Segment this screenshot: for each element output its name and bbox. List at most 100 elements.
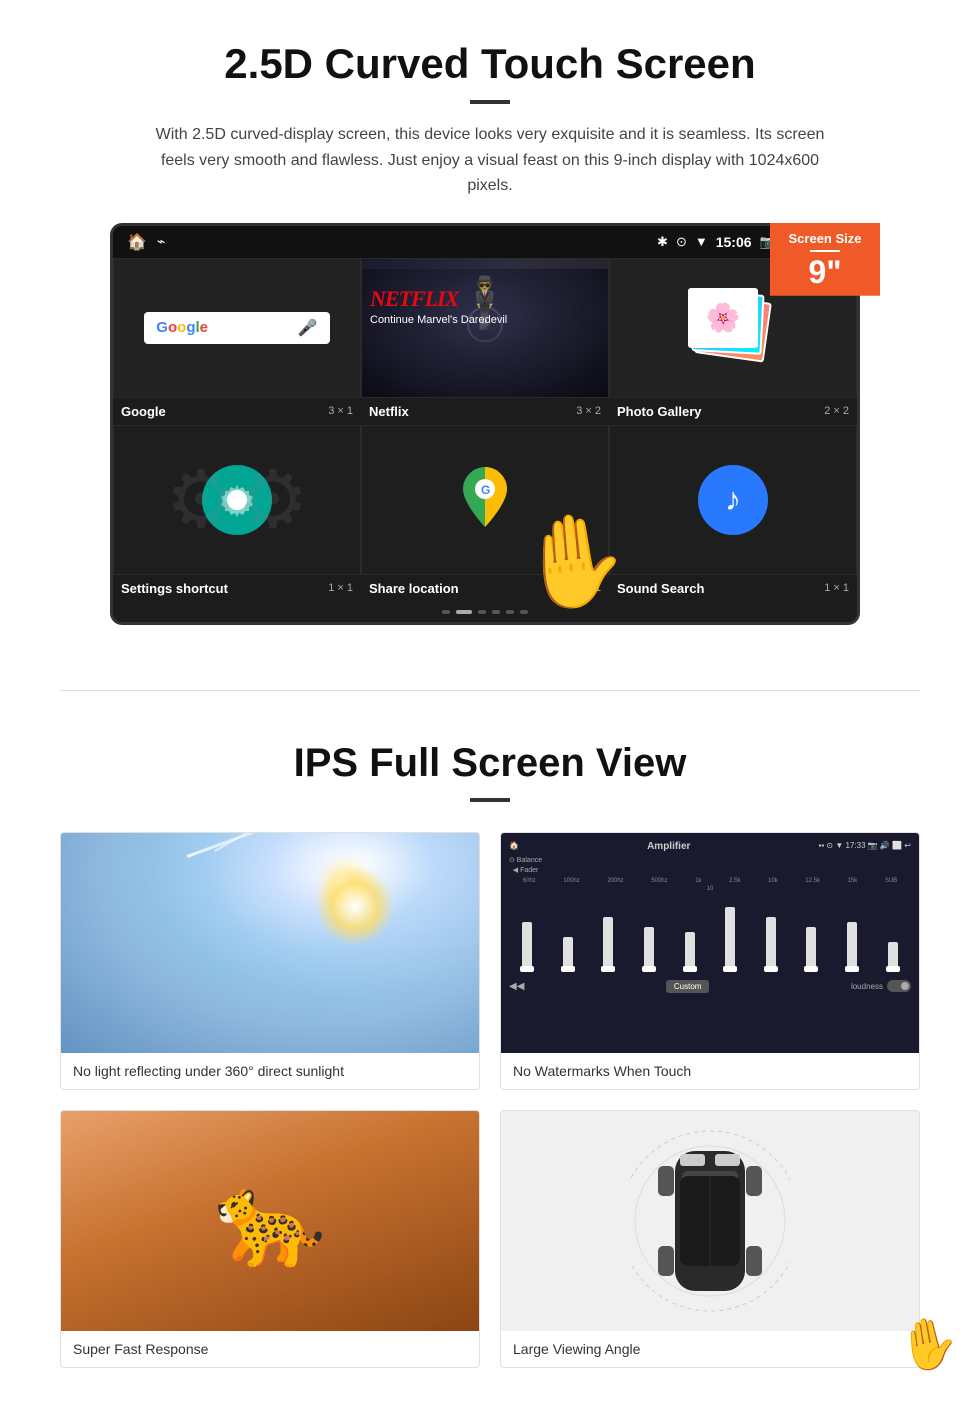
wifi-icon: ▼ [695, 234, 708, 249]
car-image [501, 1111, 919, 1331]
settings-app-cell[interactable]: ⚙⚙ [113, 425, 361, 575]
google-grid-size: 3 × 1 [328, 405, 353, 417]
cheetah-image: 🐆 [61, 1111, 479, 1331]
amp-home-icon: 🏠 [509, 841, 519, 852]
device-wrapper: Screen Size 9" 🏠 ⌁ ✱ ⊙ ▼ 15:06 📷 🔊 ✕ [110, 223, 870, 625]
home-icon[interactable]: 🏠 [127, 232, 147, 252]
pagination-dots [113, 602, 857, 622]
dot-4 [492, 610, 500, 614]
amp-bottom-controls: ◀◀ Custom loudness [509, 980, 911, 993]
usb-icon: ⌁ [157, 233, 165, 250]
sound-search-cell[interactable]: ♪ [609, 425, 857, 575]
photo-gallery-label: Photo Gallery 2 × 2 [609, 404, 857, 419]
section-ips: IPS Full Screen View No light reflecting… [0, 731, 980, 1408]
car-visual [501, 1111, 919, 1331]
eq-bar-8 [847, 922, 857, 972]
location-icon: ⊙ [676, 234, 687, 250]
photo-card-front: 🌸 [688, 288, 758, 348]
google-label: Google 3 × 1 [113, 404, 361, 419]
sound-icon: ♪ [698, 465, 768, 535]
eq-freq-labels: 60hz100hz200hz500hz1k2.5k10k12.5k15kSUB [509, 878, 911, 884]
dot-3 [478, 610, 486, 614]
settings-app-name: Settings shortcut [121, 581, 228, 596]
amp-title: Amplifier [647, 841, 690, 852]
app-labels-bottom: Settings shortcut 1 × 1 Share location 1… [113, 575, 857, 602]
amplifier-image: 🏠 Amplifier ▪▪ ⊙ ▼ 17:33 📷 🔊 ⬜ ↩ ⊙ Balan… [501, 833, 919, 1053]
netflix-app-name: Netflix [369, 404, 409, 419]
eq-bar-0 [522, 922, 532, 972]
eq-bar-1 [563, 937, 573, 972]
amp-nav-arrows: ◀◀ [509, 981, 524, 992]
maps-icon: G [455, 462, 515, 537]
car-top-view-svg [630, 1121, 790, 1321]
photo-gallery-grid-size: 2 × 2 [824, 405, 849, 417]
netflix-content: NETFLIX Continue Marvel's Daredevil [362, 318, 608, 338]
music-note-icon: ♪ [725, 481, 741, 518]
eq-bar-3 [644, 927, 654, 972]
netflix-label: Netflix 3 × 2 [361, 404, 609, 419]
amp-status-icons: ▪▪ ⊙ ▼ 17:33 📷 🔊 ⬜ ↩ [819, 841, 911, 852]
amp-controls: ⊙ Balance ◀ Fader [509, 856, 911, 874]
title-underline [470, 100, 510, 104]
feature-grid: No light reflecting under 360° direct su… [60, 832, 920, 1368]
eq-bar-9 [888, 942, 898, 972]
eq-bar-4 [685, 932, 695, 972]
dot-5 [506, 610, 514, 614]
section1-description: With 2.5D curved-display screen, this de… [140, 122, 840, 199]
google-app-cell[interactable]: Google 🎤 [113, 258, 361, 398]
sound-search-grid-size: 1 × 1 [824, 582, 849, 594]
status-bar-left: 🏠 ⌁ [127, 232, 165, 252]
loudness-toggle: loudness [851, 980, 911, 992]
app-grid-bottom: ⚙⚙ G 🤚 [113, 425, 857, 575]
watermark-label: No Watermarks When Touch [501, 1053, 919, 1089]
cheetah-emoji: 🐆 [214, 1168, 326, 1273]
eq-bars [509, 892, 911, 972]
android-frame: 🏠 ⌁ ✱ ⊙ ▼ 15:06 📷 🔊 ✕ ⬜ [110, 223, 860, 625]
hand-pointer: 🤚 [512, 504, 633, 618]
google-mic-icon[interactable]: 🎤 [298, 318, 318, 338]
settings-label: Settings shortcut 1 × 1 [113, 581, 361, 596]
app-labels-top: Google 3 × 1 Netflix 3 × 2 Photo Gallery… [113, 398, 857, 425]
viewing-angle-label: Large Viewing Angle [501, 1331, 919, 1367]
settings-grid-size: 1 × 1 [328, 582, 353, 594]
dot-1 [442, 610, 450, 614]
gmaps-svg: G [455, 462, 515, 532]
netflix-grid-size: 3 × 2 [576, 405, 601, 417]
dot-2-active [456, 610, 472, 614]
eq-bar-2 [603, 917, 613, 972]
feature-watermark: 🏠 Amplifier ▪▪ ⊙ ▼ 17:33 📷 🔊 ⬜ ↩ ⊙ Balan… [500, 832, 920, 1090]
eq-bar-5 [725, 907, 735, 972]
section-divider [60, 690, 920, 691]
toggle-pill[interactable] [887, 980, 911, 992]
badge-divider [810, 250, 840, 252]
sound-search-label: Sound Search 1 × 1 [609, 581, 857, 596]
feature-viewing-angle: Large Viewing Angle [500, 1110, 920, 1368]
loudness-label: loudness [851, 982, 883, 991]
share-location-cell[interactable]: G 🤚 [361, 425, 609, 575]
sunlight-label: No light reflecting under 360° direct su… [61, 1053, 479, 1089]
screen-size-badge: Screen Size 9" [770, 223, 880, 296]
netflix-subtitle: Continue Marvel's Daredevil [370, 314, 507, 326]
cheetah-visual: 🐆 [61, 1111, 479, 1331]
feature-fast-response: 🐆 Super Fast Response [60, 1110, 480, 1368]
eq-bar-7 [806, 927, 816, 972]
eq-bar-6 [766, 917, 776, 972]
flower-icon: 🌸 [706, 301, 741, 334]
share-location-app-name: Share location [369, 581, 459, 596]
photo-stack: 🌸 [688, 288, 778, 368]
netflix-app-cell[interactable]: 🕴 ▶ NETFLIX Continue Marvel's Daredevil [361, 258, 609, 398]
google-logo: Google [156, 319, 208, 336]
svg-text:G: G [481, 483, 490, 497]
sunlight-visual [61, 833, 479, 1053]
photo-gallery-app-name: Photo Gallery [617, 404, 702, 419]
amp-header: 🏠 Amplifier ▪▪ ⊙ ▼ 17:33 📷 🔊 ⬜ ↩ [509, 841, 911, 852]
status-time: 15:06 [716, 234, 752, 250]
sunlight-image [61, 833, 479, 1053]
section1-title: 2.5D Curved Touch Screen [60, 40, 920, 88]
custom-button[interactable]: Custom [666, 980, 710, 993]
section2-title: IPS Full Screen View [60, 741, 920, 786]
badge-title: Screen Size [780, 231, 870, 246]
status-bar: 🏠 ⌁ ✱ ⊙ ▼ 15:06 📷 🔊 ✕ ⬜ [113, 226, 857, 258]
app-grid-top: Google 🎤 🕴 ▶ [113, 258, 857, 398]
google-search-bar[interactable]: Google 🎤 [144, 312, 329, 344]
